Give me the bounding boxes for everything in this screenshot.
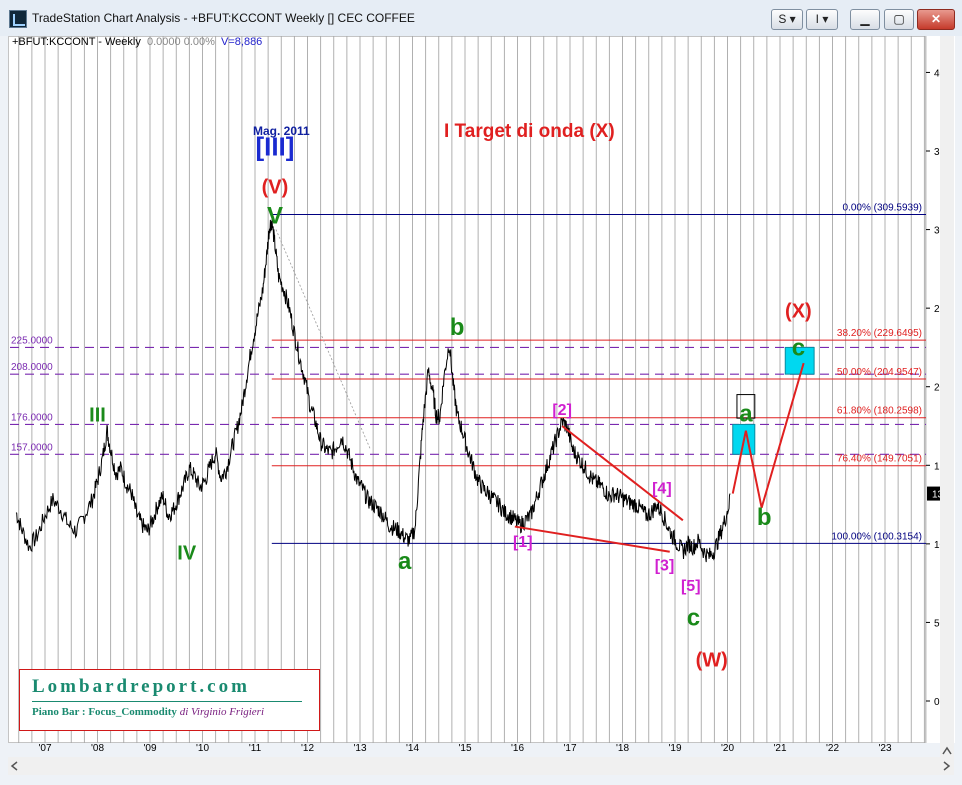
symbol-name: +BFUT:KCCONT - Weekly [12, 36, 141, 48]
volume-readout: V=8,886 [221, 36, 263, 48]
wave-label: a [398, 548, 412, 575]
symbol-info: +BFUT:KCCONT - Weekly 0.0000 0.00% V=8,8… [12, 36, 262, 48]
minimize-icon: ▁ [860, 12, 870, 26]
date-annotation: Mag. 2011 [253, 124, 310, 138]
x-tick-label: '17 [563, 743, 576, 754]
fib-label: 38.20% (229.6495) [837, 328, 922, 339]
wave-label: c [792, 334, 805, 361]
x-tick-label: '15 [458, 743, 471, 754]
level-label: 157.0000 [11, 442, 53, 453]
fib-label: 100.00% (100.3154) [831, 531, 922, 542]
price-change: 0.0000 0.00% [147, 36, 215, 48]
x-tick-label: '18 [616, 743, 629, 754]
wave-label: a [739, 400, 753, 427]
window: TradeStation Chart Analysis - +BFUT:KCCO… [0, 0, 962, 785]
wave-label: (V) [262, 176, 289, 198]
x-tick-label: '23 [878, 743, 891, 754]
x-tick-label: '16 [511, 743, 524, 754]
x-tick-label: '14 [406, 743, 419, 754]
wave-label: [4] [652, 481, 672, 498]
level-label: 176.0000 [11, 412, 53, 423]
x-tick-label: '11 [249, 743, 262, 754]
x-tick-label: '21 [773, 743, 786, 754]
x-tick-label: '09 [143, 743, 156, 754]
fib-label: 50.00% (204.9547) [837, 367, 922, 378]
wave-label: [1] [513, 534, 533, 551]
close-button[interactable]: ✕ [917, 9, 955, 30]
wave-label: (X) [785, 301, 812, 323]
horizontal-scrollbar[interactable] [8, 757, 954, 775]
chart-app-icon [9, 10, 27, 28]
wave-label: [5] [681, 578, 701, 595]
minimize-button[interactable]: ▁ [850, 9, 880, 30]
vertical-scrollbar[interactable] [940, 36, 954, 775]
x-tick-label: '10 [196, 743, 209, 754]
x-tick-label: '19 [668, 743, 681, 754]
wedge-lower-line [514, 525, 670, 553]
fib-label: 0.00% (309.5939) [842, 203, 922, 214]
wave-label: b [450, 314, 465, 341]
chart-annotation-title: I Target di onda (X) [444, 121, 615, 142]
x-tick-label: '07 [38, 743, 51, 754]
scroll-left-icon [10, 761, 18, 771]
trend-dotted-line [275, 229, 371, 450]
i-menu-button[interactable]: I ▾ [806, 9, 838, 30]
wave-labels: [III](V)VIIIIV ab[1][2][3][4][5]c(W)abc(X… [89, 132, 812, 672]
x-tick-label: '22 [826, 743, 839, 754]
x-tick-label: '20 [721, 743, 734, 754]
level-label: 208.0000 [11, 362, 53, 373]
logo-divider [32, 701, 302, 702]
price-chart[interactable]: 225.0000 208.0000 176.0000 157.0000 0.00% (… [8, 36, 954, 757]
window-title: TradeStation Chart Analysis - +BFUT:KCCO… [32, 11, 415, 25]
watermark-logo: Lombardreport.com Piano Bar : Focus_Comm… [19, 669, 320, 731]
title-bar[interactable]: TradeStation Chart Analysis - +BFUT:KCCO… [0, 0, 962, 36]
close-icon: ✕ [930, 12, 942, 26]
wave-label: [3] [655, 558, 675, 575]
wave-label: b [757, 504, 772, 531]
x-tick-label: '08 [91, 743, 104, 754]
x-tick-label: '13 [353, 743, 366, 754]
wave-label: III [89, 404, 106, 426]
wave-label: V [267, 202, 283, 229]
wave-label: c [687, 605, 700, 632]
wave-label: [2] [552, 402, 572, 419]
s-menu-button[interactable]: S ▾ [771, 9, 803, 30]
level-label: 225.0000 [11, 335, 53, 346]
scroll-right-icon [943, 761, 951, 771]
fib-label: 76.40% (149.7051) [837, 454, 922, 465]
maximize-button[interactable]: ▢ [884, 9, 914, 30]
fib-label: 61.80% (180.2598) [837, 406, 922, 417]
wave-overlay [275, 229, 815, 553]
fibonacci-levels: 0.00% (309.5939) 38.20% (229.6495) 50.00% … [271, 203, 926, 544]
x-tick-label: '12 [301, 743, 314, 754]
logo-tagline: Piano Bar : Focus_Commodity di Virginio … [32, 706, 265, 718]
maximize-icon: ▢ [893, 12, 905, 26]
logo-name: Lombardreport.com [32, 676, 250, 697]
wave-label: IV [177, 543, 197, 565]
wave-label: (W) [696, 649, 728, 671]
